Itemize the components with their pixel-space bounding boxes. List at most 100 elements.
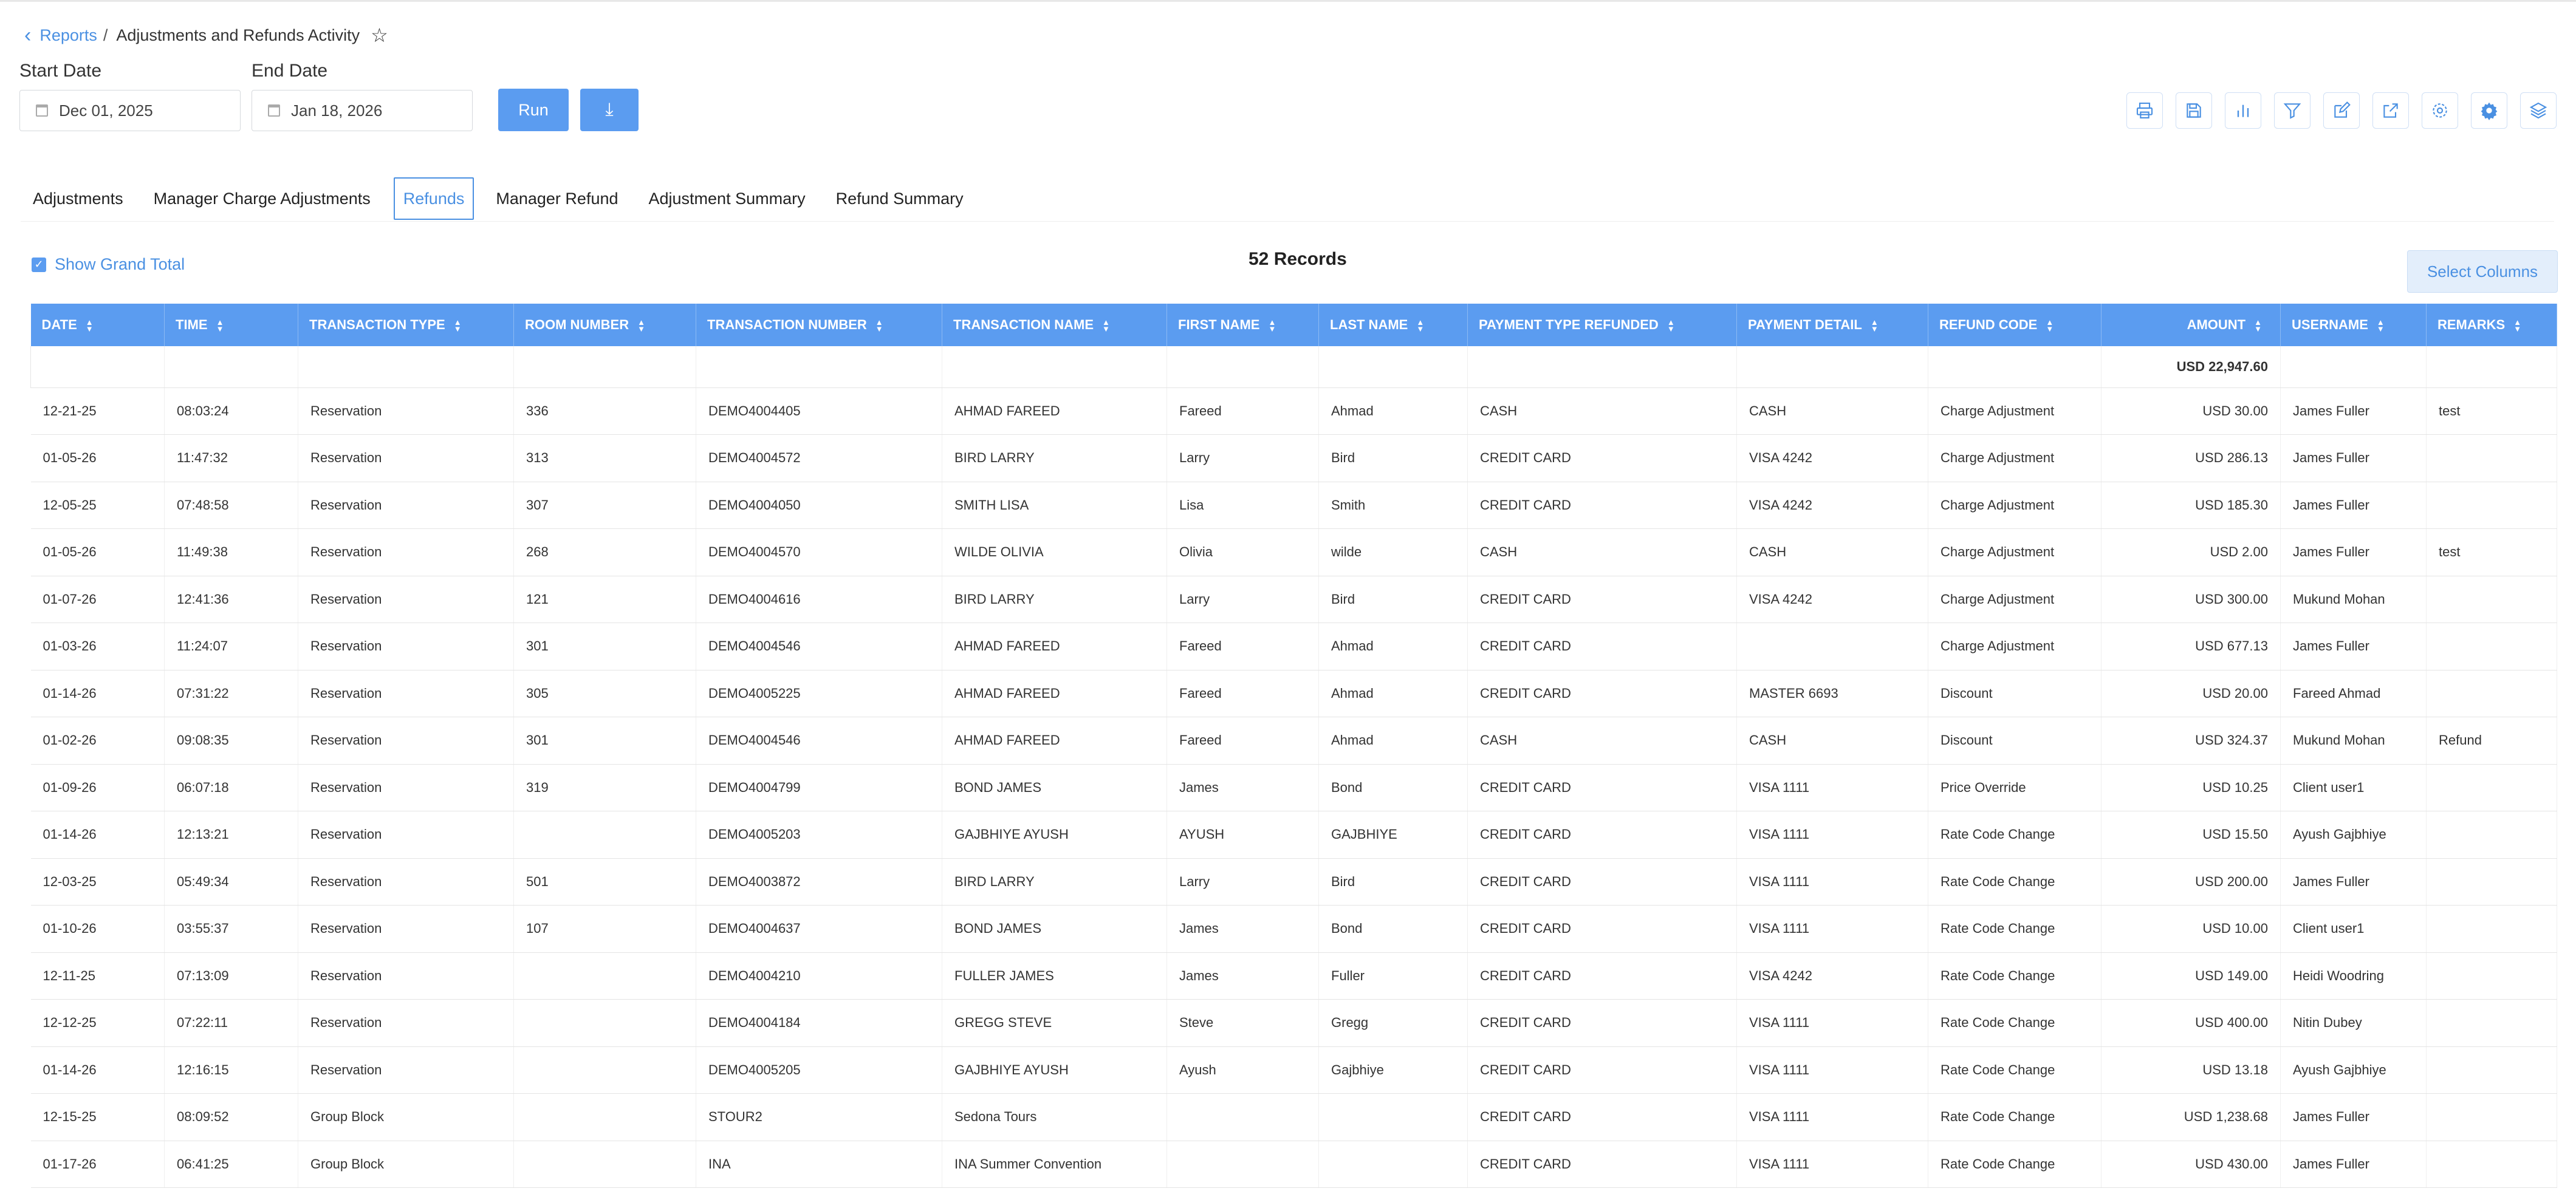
select-columns-button[interactable]: Select Columns [2407, 250, 2558, 293]
column-header-username[interactable]: USERNAME ▲ ▼ [2280, 304, 2427, 346]
tab-refund-summary[interactable]: Refund Summary [836, 177, 972, 220]
sort-icon[interactable]: ▲ ▼ [1667, 318, 1675, 333]
cell-time: 06:41:25 [164, 1141, 298, 1188]
table-row[interactable]: 01-02-26 09:08:35 Reservation 301 DEMO400454… [30, 717, 2557, 765]
cell-transaction-type: Reservation [298, 717, 514, 765]
advanced-settings-button[interactable] [2471, 92, 2507, 129]
sort-icon[interactable]: ▲ ▼ [216, 318, 224, 333]
sort-icon[interactable]: ▲ ▼ [2377, 318, 2385, 333]
back-chevron-icon[interactable]: ‹ [24, 24, 31, 47]
sort-icon[interactable]: ▲ ▼ [875, 318, 883, 333]
cell-payment-detail: VISA 1111 [1736, 905, 1928, 953]
cell-remarks [2426, 1141, 2557, 1188]
table-row[interactable]: 12-15-25 08:09:52 Group Block STOUR2 Sedona … [30, 1093, 2557, 1141]
chart-button[interactable] [2225, 92, 2261, 129]
column-header-room-number[interactable]: ROOM NUMBER ▲ ▼ [513, 304, 696, 346]
filter-button[interactable] [2274, 92, 2311, 129]
cell-amount: USD 430.00 [2101, 1141, 2281, 1188]
table-row[interactable]: 12-11-25 07:13:09 Reservation DEMO4004210 FU… [30, 952, 2557, 1000]
sort-icon[interactable]: ▲ ▼ [637, 318, 645, 333]
tab-adjustment-summary[interactable]: Adjustment Summary [649, 177, 814, 220]
sort-icon[interactable]: ▲ ▼ [454, 318, 462, 333]
table-row[interactable]: 01-05-26 11:49:38 Reservation 268 DEMO400457… [30, 528, 2557, 576]
save-button[interactable] [2176, 92, 2212, 129]
show-grand-total-toggle[interactable]: ✓ Show Grand Total [32, 255, 185, 274]
settings-button[interactable] [2422, 92, 2458, 129]
column-header-payment-type-refunded[interactable]: PAYMENT TYPE REFUNDED ▲ ▼ [1467, 304, 1737, 346]
table-row[interactable]: 01-14-26 07:31:22 Reservation 305 DEMO400522… [30, 670, 2557, 717]
breadcrumb-reports-link[interactable]: Reports [39, 26, 97, 45]
run-button[interactable]: Run [498, 89, 569, 131]
cell-payment-detail: VISA 1111 [1736, 811, 1928, 859]
sort-icon[interactable]: ▲ ▼ [2046, 318, 2054, 333]
table-row[interactable]: 01-03-26 11:24:07 Reservation 301 DEMO400454… [30, 623, 2557, 670]
cell-last-name: Ahmad [1318, 670, 1468, 717]
table-row[interactable]: 01-07-26 12:41:36 Reservation 121 DEMO400461… [30, 576, 2557, 623]
table-row[interactable]: 01-14-26 12:13:21 Reservation DEMO4005203 GA… [30, 811, 2557, 859]
show-grand-total-label: Show Grand Total [55, 255, 185, 273]
column-header-remarks[interactable]: REMARKS ▲ ▼ [2426, 304, 2557, 346]
table-row[interactable]: 12-05-25 07:48:58 Reservation 307 DEMO400405… [30, 482, 2557, 529]
table-body: USD 22,947.60 12-21-25 08:03:24 Reservatio… [30, 346, 2557, 1188]
cell-transaction-number: DEMO4004799 [696, 764, 942, 811]
table-row[interactable]: 01-09-26 06:07:18 Reservation 319 DEMO400479… [30, 764, 2557, 811]
cell-remarks [2426, 670, 2557, 717]
column-header-payment-detail[interactable]: PAYMENT DETAIL ▲ ▼ [1736, 304, 1928, 346]
table-row[interactable]: 01-14-26 12:16:15 Reservation DEMO4005205 GA… [30, 1046, 2557, 1094]
start-date-input[interactable]: Dec 01, 2025 [19, 90, 241, 131]
table-row[interactable]: 12-21-25 08:03:24 Reservation 336 DEMO400440… [30, 387, 2557, 435]
checkbox-checked-icon[interactable]: ✓ [32, 257, 46, 272]
cell-remarks: test [2426, 387, 2557, 435]
favorite-star-icon[interactable]: ☆ [371, 24, 388, 47]
cell-last-name: Bird [1318, 858, 1468, 906]
column-header-first-name[interactable]: FIRST NAME ▲ ▼ [1166, 304, 1319, 346]
tab-refunds[interactable]: Refunds [393, 177, 474, 220]
cell-time: 08:09:52 [164, 1093, 298, 1141]
edit-button[interactable] [2323, 92, 2360, 129]
sort-icon[interactable]: ▲ ▼ [1871, 318, 1879, 333]
column-header-time[interactable]: TIME ▲ ▼ [164, 304, 298, 346]
layers-icon [2529, 102, 2547, 119]
cell-time: 07:31:22 [164, 670, 298, 717]
print-button[interactable] [2126, 92, 2163, 129]
cell-refund-code: Rate Code Change [1928, 1141, 2102, 1188]
column-header-transaction-number[interactable]: TRANSACTION NUMBER ▲ ▼ [696, 304, 942, 346]
cell-time: 11:47:32 [164, 434, 298, 482]
sort-icon[interactable]: ▲ ▼ [1102, 318, 1110, 333]
cell-transaction-type: Reservation [298, 811, 514, 859]
layers-button[interactable] [2520, 92, 2557, 129]
column-header-last-name[interactable]: LAST NAME ▲ ▼ [1318, 304, 1468, 346]
end-date-input[interactable]: Jan 18, 2026 [252, 90, 473, 131]
cell-room-number: 107 [513, 905, 696, 953]
cell-date: 12-15-25 [30, 1093, 165, 1141]
column-header-transaction-name[interactable]: TRANSACTION NAME ▲ ▼ [942, 304, 1167, 346]
cell-remarks [2426, 764, 2557, 811]
column-header-transaction-type[interactable]: TRANSACTION TYPE ▲ ▼ [298, 304, 514, 346]
tab-adjustments[interactable]: Adjustments [33, 177, 132, 220]
grand-total-amount: USD 22,947.60 [2101, 346, 2281, 388]
tab-manager-charge-adjustments[interactable]: Manager Charge Adjustments [154, 177, 379, 220]
cell-time: 09:08:35 [164, 717, 298, 765]
table-row[interactable]: 01-05-26 11:47:32 Reservation 313 DEMO400457… [30, 434, 2557, 482]
sort-icon[interactable]: ▲ ▼ [1416, 318, 1424, 333]
column-header-refund-code[interactable]: REFUND CODE ▲ ▼ [1928, 304, 2102, 346]
cell-date: 01-07-26 [30, 576, 165, 623]
column-header-date[interactable]: DATE ▲ ▼ [30, 304, 165, 346]
table-row[interactable]: 12-12-25 07:22:11 Reservation DEMO4004184 GR… [30, 999, 2557, 1047]
cell-transaction-name: INA Summer Convention [942, 1141, 1167, 1188]
cell-remarks: test [2426, 528, 2557, 576]
sort-icon[interactable]: ▲ ▼ [2513, 318, 2521, 333]
tab-manager-refund[interactable]: Manager Refund [496, 177, 626, 220]
sort-icon[interactable]: ▲ ▼ [86, 318, 94, 333]
cell-first-name: AYUSH [1166, 811, 1319, 859]
table-row[interactable]: 12-03-25 05:49:34 Reservation 501 DEMO400387… [30, 858, 2557, 906]
export-button[interactable] [2372, 92, 2409, 129]
table-row[interactable]: 01-17-26 06:41:25 Group Block INA INA Summer… [30, 1141, 2557, 1188]
table-row[interactable]: 01-10-26 03:55:37 Reservation 107 DEMO400463… [30, 905, 2557, 953]
cell-last-name: Bird [1318, 576, 1468, 623]
download-button[interactable]: ⤓ [580, 89, 639, 131]
column-header-amount[interactable]: AMOUNT ▲ ▼ [2101, 304, 2281, 346]
sort-icon[interactable]: ▲ ▼ [2254, 318, 2262, 333]
cell-first-name: Fareed [1166, 717, 1319, 765]
sort-icon[interactable]: ▲ ▼ [1268, 318, 1276, 333]
